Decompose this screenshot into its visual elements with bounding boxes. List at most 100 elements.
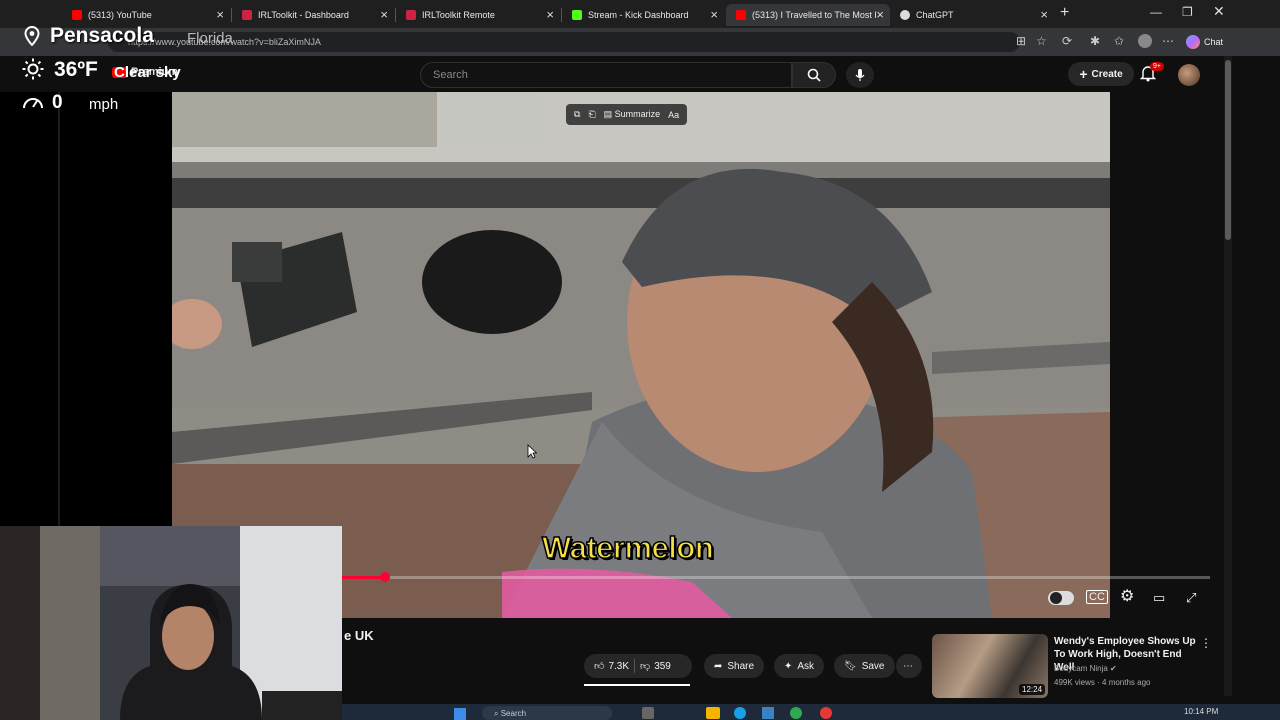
speedometer-icon (23, 98, 43, 109)
create-button[interactable]: + Create (1068, 62, 1134, 86)
right-panel (1110, 92, 1224, 618)
youtube-favicon-icon (72, 10, 82, 20)
thumbs-up-icon: 👍︎ (594, 661, 605, 672)
theater-mode-icon[interactable]: ▭ (1153, 590, 1165, 606)
search-placeholder: Search (433, 69, 468, 81)
reader-icon[interactable]: ⊞ (1016, 34, 1026, 48)
tab-title: (5313) I Travelled to The Most RAC (752, 10, 876, 20)
new-tab-icon[interactable]: + (1060, 4, 1069, 22)
overlay-state: Florida (187, 30, 233, 47)
account-avatar[interactable] (1178, 64, 1200, 86)
video-progress-bar[interactable] (342, 576, 1210, 579)
save-button[interactable]: 🔖︎ Save (834, 654, 895, 678)
autoplay-toggle-knob (1050, 592, 1062, 604)
irltoolkit-favicon-icon (242, 10, 252, 20)
autoplay-toggle[interactable] (1048, 591, 1074, 605)
close-tab-icon[interactable]: × (380, 7, 388, 22)
search-button[interactable] (792, 62, 836, 88)
translate-icon[interactable]: Aa (668, 110, 679, 120)
thumbs-down-icon: 👎︎ (640, 661, 651, 672)
share-button[interactable]: ➦ Share (704, 654, 765, 678)
xbox-icon[interactable] (790, 707, 802, 719)
close-tab-icon[interactable]: × (876, 7, 884, 22)
channel-name: Bodycam Ninja (1054, 664, 1108, 673)
tab-title: Stream - Kick Dashboard (588, 10, 689, 20)
restore-icon[interactable]: ❐ (1182, 5, 1193, 19)
microphone-icon (855, 69, 865, 81)
dislike-button[interactable]: 👎︎ 359 (640, 660, 671, 673)
ask-button[interactable]: ✦ Ask (774, 654, 825, 678)
captions-icon[interactable]: CC (1086, 590, 1108, 604)
mouse-cursor-icon (527, 444, 537, 459)
taskbar-clock[interactable]: 10:14 PM (1184, 707, 1218, 716)
ask-label: Ask (797, 660, 815, 672)
overlay-city: Pensacola (50, 24, 154, 47)
overlay-speed-unit: mph (89, 96, 119, 113)
like-count: 7.3K (608, 660, 630, 672)
app-icon[interactable] (820, 707, 832, 719)
settings-gear-icon[interactable]: ⚙ (1120, 586, 1134, 606)
overlay-temperature: 36ºF (54, 58, 98, 81)
tab-chatgpt[interactable]: ChatGPT × (890, 4, 1054, 26)
like-button[interactable]: 👍︎ 7.3K (594, 660, 630, 673)
video-toolbar: ⧉ ⎗ ▤ Summarize Aa (566, 104, 688, 125)
chatgpt-favicon-icon (900, 10, 910, 20)
summarize-label: Summarize (614, 109, 661, 119)
video-title: e UK (344, 628, 374, 643)
more-actions-button[interactable]: ⋯ (896, 654, 922, 678)
more-horizontal-icon: ⋯ (903, 660, 913, 672)
close-window-icon[interactable]: ✕ (1213, 3, 1225, 20)
search-input[interactable]: Search (420, 62, 792, 88)
store-icon[interactable] (762, 707, 774, 719)
overlay-weather-condition: Clear sky (114, 64, 181, 81)
taskbar-search-label: Search (500, 709, 527, 718)
address-bar[interactable]: https://www.youtube.com/watch?v=bliZaXim… (108, 32, 1020, 52)
divider (634, 659, 636, 673)
youtube-favicon-icon (736, 10, 746, 20)
close-tab-icon[interactable]: × (710, 7, 718, 22)
picture-in-picture-icon[interactable]: ⧉ (574, 109, 580, 120)
close-tab-icon[interactable]: × (546, 7, 554, 22)
irltoolkit-favicon-icon (406, 10, 416, 20)
panel-divider (58, 92, 60, 528)
share-label: Share (727, 660, 755, 672)
chat-label: Chat (1204, 37, 1224, 47)
recommended-meta: 499K views · 4 months ago (1054, 678, 1151, 687)
file-explorer-icon[interactable] (706, 707, 720, 719)
tab-kick-dashboard[interactable]: Stream - Kick Dashboard × (562, 4, 724, 26)
tab-title: IRLToolkit Remote (422, 10, 495, 20)
voice-search-button[interactable] (846, 62, 874, 88)
more-vertical-icon[interactable]: ⋮ (1200, 636, 1212, 650)
tab-title: ChatGPT (916, 10, 954, 20)
tab-irltoolkit-dashboard[interactable]: IRLToolkit - Dashboard × (232, 4, 394, 26)
more-menu-icon[interactable]: ⋯ (1162, 34, 1174, 48)
browser-tab-strip: (5313) YouTube × IRLToolkit - Dashboard … (0, 0, 1280, 28)
edge-browser-icon[interactable] (734, 707, 746, 719)
extension-icon[interactable]: ⟳ (1062, 34, 1072, 48)
task-view-icon[interactable] (642, 707, 654, 719)
close-tab-icon[interactable]: × (1040, 7, 1048, 22)
summarize-button[interactable]: ▤ Summarize (604, 109, 661, 120)
tab-youtube-video[interactable]: (5313) I Travelled to The Most RAC × (726, 4, 890, 26)
minimize-icon[interactable]: — (1150, 5, 1162, 19)
favorites-icon[interactable]: ✩ (1114, 34, 1124, 48)
recommended-channel[interactable]: Bodycam Ninja ✔ (1054, 664, 1117, 673)
bookmark-star-icon[interactable]: ☆ (1036, 34, 1047, 48)
start-icon[interactable] (454, 708, 466, 720)
taskbar-search[interactable]: ⌕ Search (482, 706, 612, 720)
tab-youtube[interactable]: (5313) YouTube × (62, 4, 230, 26)
kick-favicon-icon (572, 10, 582, 20)
profile-icon[interactable] (1138, 34, 1152, 48)
notification-count-badge: 9+ (1150, 62, 1164, 71)
tab-title: (5313) YouTube (88, 10, 152, 20)
copilot-chat-button[interactable]: Chat (1186, 32, 1223, 52)
close-tab-icon[interactable]: × (216, 7, 224, 22)
tab-irltoolkit-remote[interactable]: IRLToolkit Remote × (396, 4, 560, 26)
fullscreen-icon[interactable]: ⤢ (1186, 590, 1196, 606)
copilot-icon (1186, 35, 1200, 49)
screenshot-icon[interactable]: ⎗ (588, 109, 595, 120)
scrollbar-thumb[interactable] (1225, 60, 1231, 240)
webcam-feed (0, 526, 342, 720)
extensions-puzzle-icon[interactable]: ✱ (1090, 34, 1100, 48)
video-progress-fill (342, 576, 386, 579)
